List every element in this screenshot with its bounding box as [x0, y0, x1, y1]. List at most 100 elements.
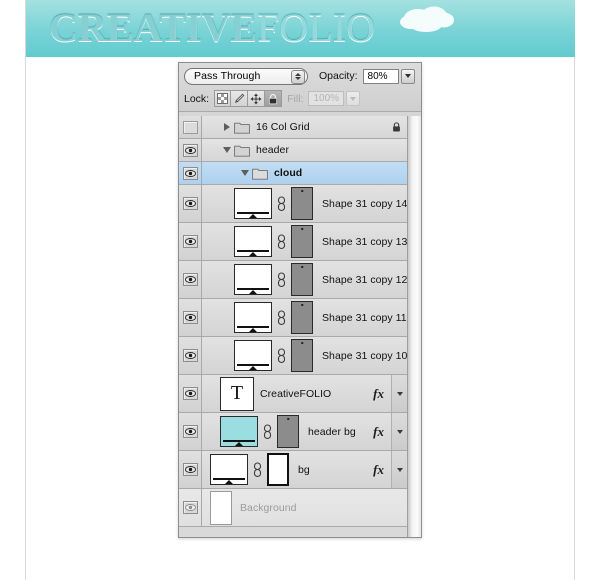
- layer-row-shape-31-copy-10[interactable]: Shape 31 copy 10: [179, 337, 421, 375]
- link-icon[interactable]: [276, 233, 287, 250]
- fx-icon[interactable]: fx: [373, 462, 391, 478]
- layer-name: Shape 31 copy 10: [322, 349, 408, 362]
- fill-label: Fill:: [287, 92, 304, 105]
- site-logo-bold: CREATIVE: [49, 5, 258, 50]
- group-disclosure-collapsed[interactable]: [220, 123, 234, 131]
- group-disclosure-expanded[interactable]: [238, 170, 252, 176]
- eye-icon: [182, 197, 198, 210]
- layer-thumbnail[interactable]: [210, 454, 248, 485]
- fill-input[interactable]: 100%: [308, 91, 345, 106]
- eye-icon-glyph: [184, 428, 196, 435]
- site-logo: CREATIVEFOLIO: [49, 5, 375, 51]
- layers-scrollbar[interactable]: [407, 116, 421, 537]
- layer-row-header[interactable]: header: [179, 139, 421, 162]
- link-icon[interactable]: [276, 271, 287, 288]
- link-icon-glyph: [277, 347, 286, 363]
- fx-icon[interactable]: fx: [373, 386, 391, 402]
- eye-icon-dim: [182, 501, 198, 514]
- effects-disclosure-button[interactable]: [391, 451, 408, 488]
- link-icon-glyph: [277, 195, 286, 211]
- vector-mask-thumbnail[interactable]: [291, 339, 313, 372]
- layer-effects: fx: [373, 413, 408, 450]
- layer-row-creativefolio[interactable]: T CreativeFOLIO fx: [179, 375, 421, 413]
- layer-thumbnail[interactable]: [234, 226, 272, 257]
- layer-thumbnail[interactable]: [220, 416, 258, 447]
- lock-all-button[interactable]: [265, 90, 283, 107]
- link-icon[interactable]: [276, 309, 287, 326]
- eye-icon: [182, 387, 198, 400]
- visibility-toggle[interactable]: [179, 375, 202, 412]
- eye-icon-glyph: [184, 352, 196, 359]
- visibility-toggle[interactable]: [179, 489, 202, 526]
- layer-row-shape-31-copy-14[interactable]: Shape 31 copy 14: [179, 185, 421, 223]
- link-icon-glyph: [277, 309, 286, 325]
- layer-name: header: [256, 144, 289, 156]
- eye-icon-glyph: [184, 504, 196, 511]
- visibility-toggle[interactable]: [179, 299, 202, 336]
- eye-icon-glyph: [184, 169, 196, 177]
- site-logo-light: FOLIO: [257, 5, 375, 50]
- visibility-toggle[interactable]: [179, 451, 202, 488]
- link-icon[interactable]: [262, 423, 273, 440]
- opacity-label: Opacity:: [319, 70, 358, 82]
- blend-mode-stepper-icon[interactable]: [291, 69, 305, 84]
- visibility-toggle[interactable]: [179, 139, 202, 161]
- screen-root: CREATIVEFOLIO Pass Through Opacity: 80% …: [0, 0, 600, 580]
- link-icon[interactable]: [276, 195, 287, 212]
- text-layer-thumbnail[interactable]: T: [220, 376, 254, 411]
- layer-row-shape-31-copy-12[interactable]: Shape 31 copy 12: [179, 261, 421, 299]
- opacity-input[interactable]: 80%: [362, 68, 399, 84]
- lock-image-pixels-button[interactable]: [231, 90, 249, 107]
- layer-list[interactable]: 16 Col Grid header cloud Shape 31 copy 1…: [179, 116, 421, 537]
- layer-name: Shape 31 copy 14: [322, 197, 408, 210]
- vector-mask-thumbnail[interactable]: [291, 187, 313, 220]
- visibility-toggle[interactable]: [179, 261, 202, 298]
- eye-icon-off: [182, 120, 198, 134]
- eye-icon: [182, 349, 198, 362]
- eye-icon-glyph: [184, 238, 196, 245]
- layer-thumbnail[interactable]: [210, 490, 232, 525]
- link-icon[interactable]: [252, 461, 263, 478]
- vector-mask-thumbnail[interactable]: [291, 301, 313, 334]
- layer-row-shape-31-copy-13[interactable]: Shape 31 copy 13: [179, 223, 421, 261]
- visibility-toggle[interactable]: [179, 223, 202, 260]
- visibility-toggle[interactable]: [179, 116, 202, 138]
- link-icon[interactable]: [276, 347, 287, 364]
- layer-row-shape-31-copy-11[interactable]: Shape 31 copy 11: [179, 299, 421, 337]
- fill-dropdown-button[interactable]: [346, 91, 361, 106]
- layer-thumbnail[interactable]: [234, 264, 272, 295]
- visibility-toggle[interactable]: [179, 162, 202, 184]
- visibility-toggle[interactable]: [179, 185, 202, 222]
- layer-name: CreativeFOLIO: [260, 387, 332, 400]
- blend-mode-select[interactable]: Pass Through: [184, 67, 308, 85]
- chevron-down-icon: [295, 77, 301, 81]
- layers-panel: Pass Through Opacity: 80% Lock: Fill: 10…: [178, 62, 422, 538]
- fx-icon[interactable]: fx: [373, 424, 391, 440]
- layer-row-bg[interactable]: bg fx: [179, 451, 421, 489]
- lock-position-button[interactable]: [248, 90, 266, 107]
- effects-disclosure-button[interactable]: [391, 413, 408, 450]
- effects-disclosure-button[interactable]: [391, 375, 408, 412]
- opacity-dropdown-button[interactable]: [400, 68, 415, 84]
- folder-icon: [234, 145, 250, 157]
- layer-row-cloud[interactable]: cloud: [179, 162, 421, 185]
- vector-mask-thumbnail[interactable]: [277, 415, 299, 448]
- layer-row-16-col-grid[interactable]: 16 Col Grid: [179, 116, 421, 139]
- link-icon-glyph: [253, 461, 262, 477]
- eye-icon: [182, 311, 198, 324]
- layer-row-background[interactable]: Background: [179, 489, 421, 527]
- layer-locked-indicator: [391, 121, 402, 133]
- layer-row-header-bg[interactable]: header bg fx: [179, 413, 421, 451]
- layer-thumbnail[interactable]: [234, 188, 272, 219]
- eye-icon: [182, 463, 198, 476]
- visibility-toggle[interactable]: [179, 413, 202, 450]
- layer-thumbnail[interactable]: [234, 340, 272, 371]
- vector-mask-thumbnail[interactable]: [267, 453, 289, 486]
- lock-transparent-pixels-button[interactable]: [214, 90, 232, 107]
- vector-mask-thumbnail[interactable]: [291, 263, 313, 296]
- group-disclosure-expanded[interactable]: [220, 147, 234, 153]
- layer-thumbnail[interactable]: [234, 302, 272, 333]
- visibility-toggle[interactable]: [179, 337, 202, 374]
- layer-effects: fx: [373, 375, 408, 412]
- vector-mask-thumbnail[interactable]: [291, 225, 313, 258]
